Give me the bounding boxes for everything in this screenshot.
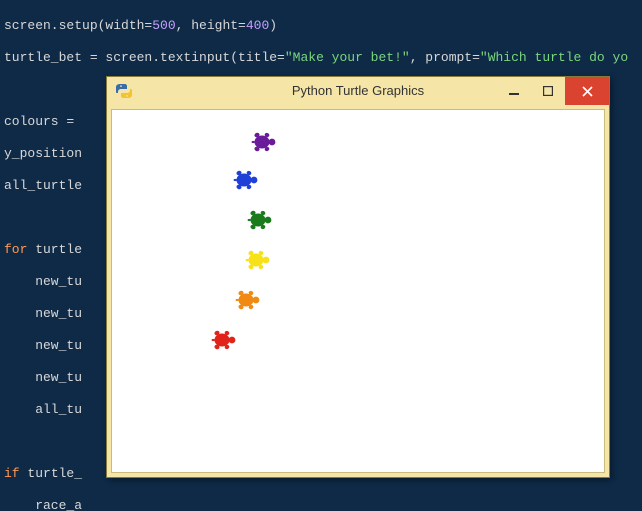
canvas-frame	[107, 105, 609, 477]
code-text: all_tu	[4, 402, 82, 417]
code-text: , prompt=	[410, 50, 480, 65]
turtle-sprite	[251, 131, 277, 153]
code-number: 400	[246, 18, 269, 33]
code-number: 500	[152, 18, 175, 33]
code-text: new_tu	[4, 338, 82, 353]
code-text: new_tu	[4, 370, 82, 385]
code-text: , height=	[176, 18, 246, 33]
code-keyword: for	[4, 242, 27, 257]
turtle-graphics-window[interactable]: Python Turtle Graphics	[106, 76, 610, 478]
maximize-button[interactable]	[531, 77, 565, 105]
code-text: y_position	[4, 146, 82, 161]
code-text: turtle_	[20, 466, 82, 481]
turtle-sprite	[235, 289, 261, 311]
code-text: race_a	[4, 498, 82, 511]
code-text: turtle	[27, 242, 82, 257]
code-text: colours =	[4, 114, 82, 129]
code-text: screen.setup(width=	[4, 18, 152, 33]
window-titlebar[interactable]: Python Turtle Graphics	[107, 77, 609, 105]
turtle-canvas[interactable]	[111, 109, 605, 473]
minimize-button[interactable]	[497, 77, 531, 105]
python-app-icon	[115, 82, 133, 100]
turtle-sprite	[211, 329, 237, 351]
window-controls	[497, 77, 609, 105]
close-button[interactable]	[565, 77, 609, 105]
code-string: "Make your bet!"	[285, 50, 410, 65]
code-text: turtle_bet = screen.textinput(title=	[4, 50, 285, 65]
code-keyword: if	[4, 466, 20, 481]
code-string: "Which turtle do yo	[480, 50, 628, 65]
code-text: new_tu	[4, 274, 82, 289]
turtle-sprite	[245, 249, 271, 271]
turtle-sprite	[247, 209, 273, 231]
code-text: )	[269, 18, 277, 33]
turtle-sprite	[233, 169, 259, 191]
code-text: new_tu	[4, 306, 82, 321]
code-text: all_turtle	[4, 178, 82, 193]
